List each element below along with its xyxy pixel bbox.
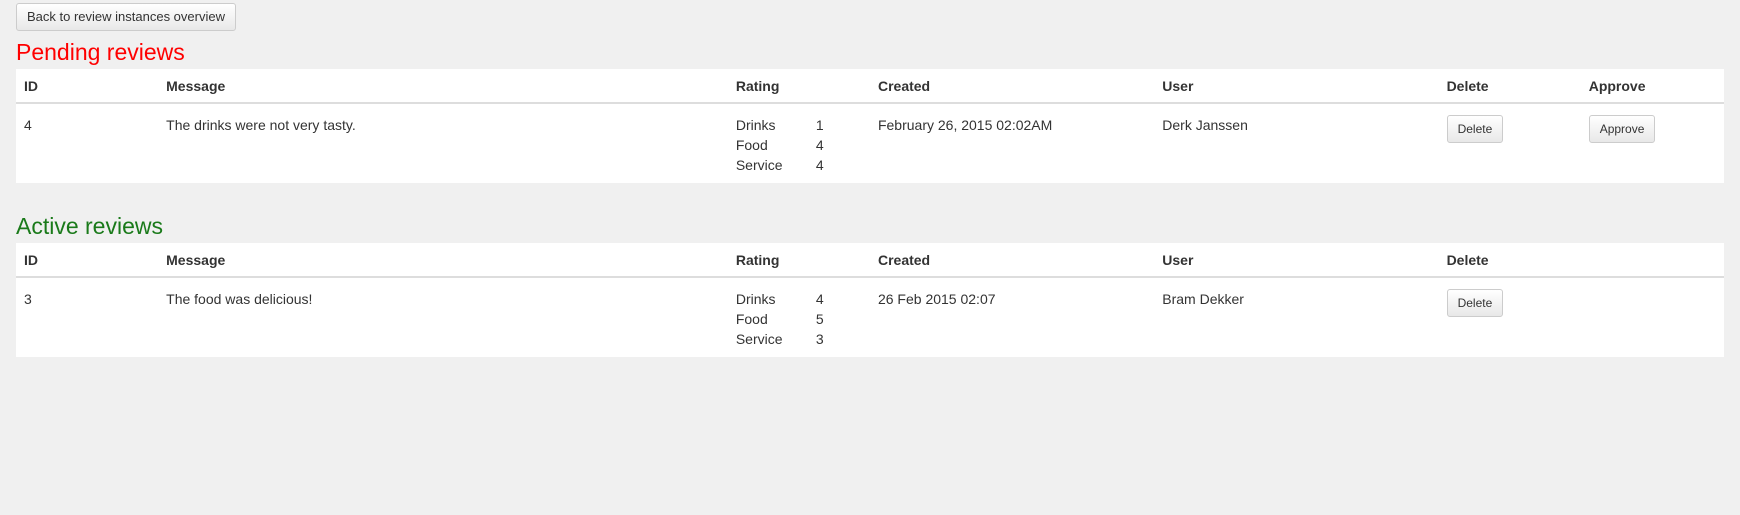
rating-list: Drinks 1 Food 4 Service 4: [736, 115, 862, 175]
rating-label-food: Food: [735, 137, 768, 153]
table-row: 4 The drinks were not very tasty. Drinks…: [16, 103, 1724, 183]
rating-value-service: 4: [815, 157, 824, 173]
table-header-row: ID Message Rating Created User Delete Ap…: [16, 69, 1724, 104]
review-id: 3: [24, 291, 32, 307]
review-user: Derk Janssen: [1162, 117, 1248, 133]
rating-value-drinks: 4: [815, 291, 824, 307]
rating-value-service: 3: [815, 331, 824, 347]
active-reviews-title: Active reviews: [16, 213, 163, 239]
header-message: Message: [158, 243, 728, 278]
header-user: User: [1154, 243, 1439, 278]
header-rating: Rating: [727, 243, 870, 278]
header-delete: Delete: [1438, 69, 1581, 104]
review-created: February 26, 2015 02:02AM: [877, 117, 1053, 133]
delete-cell: Delete: [1439, 103, 1581, 183]
rating-label-service: Service: [735, 157, 783, 173]
rating-value-food: 5: [815, 311, 824, 327]
review-id: 4: [24, 117, 32, 133]
header-user: User: [1154, 69, 1439, 104]
page: Back to review instances overview Pendin…: [0, 0, 1740, 357]
header-id: ID: [16, 69, 159, 104]
rating-value-drinks: 1: [815, 117, 824, 133]
rating-list: Drinks 4 Food 5 Service 3: [736, 289, 862, 349]
delete-button[interactable]: Delete: [1446, 289, 1504, 317]
pending-reviews-table: ID Message Rating Created User Delete Ap…: [16, 69, 1724, 183]
rating-label-drinks: Drinks: [735, 291, 776, 307]
header-delete: Delete: [1438, 243, 1724, 278]
header-id: ID: [16, 243, 159, 278]
approve-cell: Approve: [1581, 103, 1724, 183]
pending-reviews-title: Pending reviews: [16, 39, 185, 65]
rating-label-service: Service: [735, 331, 783, 347]
approve-button[interactable]: Approve: [1588, 115, 1656, 143]
rating-label-food: Food: [735, 311, 768, 327]
active-reviews-table: ID Message Rating Created User Delete 3 …: [16, 243, 1724, 357]
header-created: Created: [869, 243, 1155, 278]
rating-value-food: 4: [815, 137, 824, 153]
review-created: 26 Feb 2015 02:07: [877, 291, 996, 307]
review-message: The food was delicious!: [166, 291, 313, 307]
header-message: Message: [158, 69, 728, 104]
rating-label-drinks: Drinks: [735, 117, 776, 133]
delete-button[interactable]: Delete: [1446, 115, 1504, 143]
back-to-overview-button[interactable]: Back to review instances overview: [16, 3, 236, 31]
review-rating: Drinks 1 Food 4 Service 4: [728, 103, 870, 183]
review-rating: Drinks 4 Food 5 Service 3: [728, 277, 870, 357]
review-message: The drinks were not very tasty.: [166, 117, 356, 133]
delete-cell: Delete: [1439, 277, 1724, 357]
table-header-row: ID Message Rating Created User Delete: [16, 243, 1724, 278]
header-created: Created: [869, 69, 1155, 104]
header-approve: Approve: [1580, 69, 1724, 104]
review-user: Bram Dekker: [1162, 291, 1244, 307]
header-rating: Rating: [727, 69, 870, 104]
table-row: 3 The food was delicious! Drinks 4 Food …: [16, 277, 1724, 357]
